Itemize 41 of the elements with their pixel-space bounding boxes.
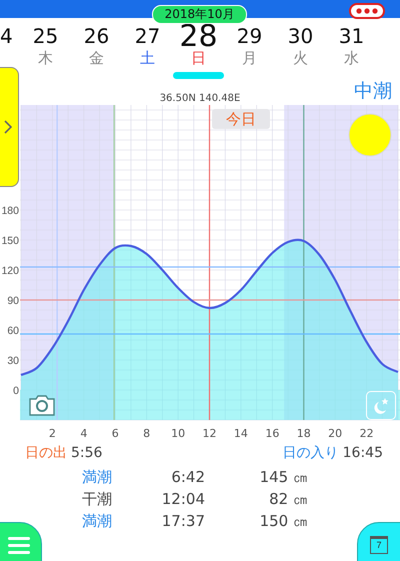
x-axis-label: 4: [80, 427, 88, 440]
x-axis-label: 16: [265, 427, 280, 440]
coordinates: 36.50N 140.48E: [160, 93, 240, 105]
tide-time: 17:37: [160, 511, 205, 532]
weekday-label: 金: [89, 49, 104, 67]
y-axis-label: 120: [1, 265, 19, 277]
weekday-label: 木: [38, 49, 53, 67]
tide-height: 82 ㎝: [268, 489, 308, 510]
x-axis-label: 22: [360, 427, 374, 440]
weekday-label: 日: [191, 49, 206, 67]
weekday-label: 水: [344, 49, 359, 67]
x-axis-label: 10: [171, 427, 186, 440]
tide-type-label: 干潮: [82, 489, 113, 510]
y-axis-label: 0: [13, 385, 19, 397]
sunset-time: 16:45: [342, 444, 383, 462]
sunset-label: 日の入り: [282, 444, 339, 462]
tide-type-label: 満潮: [82, 511, 113, 532]
tide-type-label: 満潮: [82, 467, 113, 488]
weekday-label: 火: [293, 49, 308, 67]
tide-time: 6:42: [170, 467, 205, 488]
x-axis-label: 14: [234, 427, 248, 440]
x-axis-label: 6: [112, 427, 119, 440]
y-axis-label: 30: [7, 355, 19, 367]
y-axis-label: 60: [7, 325, 19, 337]
tide-height: 145 ㎝: [258, 467, 308, 488]
x-axis-label: 8: [143, 427, 150, 440]
tide-type: 中潮: [354, 79, 392, 104]
y-axis-label: 180: [1, 205, 19, 217]
x-axis-label: 20: [328, 427, 342, 440]
x-axis-label: 18: [296, 427, 311, 440]
sunrise-time: 5:56: [71, 444, 102, 462]
calendar-icon: 7: [370, 536, 388, 554]
y-axis-label: 150: [1, 235, 19, 247]
x-axis-label: 2: [48, 427, 56, 440]
sunrise-label: 日の出: [25, 444, 67, 462]
weekday-label: 月: [242, 49, 257, 67]
y-axis-label: 90: [7, 295, 19, 307]
tide-height: 150 ㎝: [258, 511, 308, 532]
weekday-label: 土: [140, 49, 155, 67]
tide-time: 12:04: [160, 489, 205, 510]
x-axis-label: 12: [202, 427, 216, 440]
